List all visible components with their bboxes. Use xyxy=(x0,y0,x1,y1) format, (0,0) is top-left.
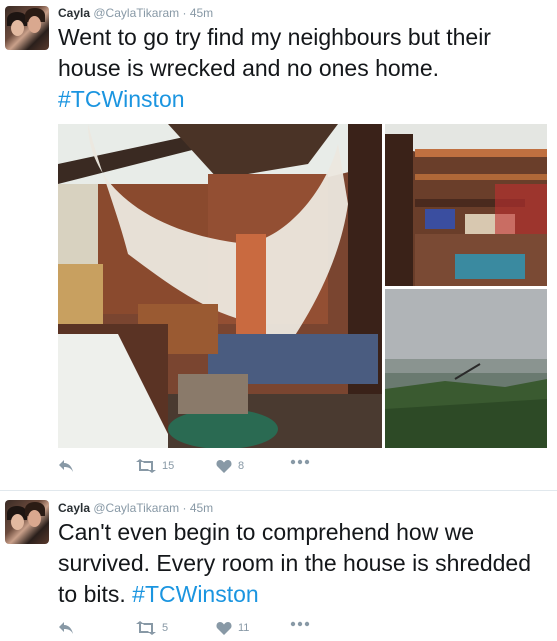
timestamp[interactable]: 45m xyxy=(190,501,213,515)
tweet-text: Can't even begin to comprehend how we su… xyxy=(58,519,532,607)
reply-icon xyxy=(59,460,73,472)
retweet-button[interactable]: 5 xyxy=(136,621,168,635)
tweet-actions: 5 11 xyxy=(58,621,358,641)
avatar[interactable] xyxy=(5,500,49,544)
photo-stormy-landscape[interactable] xyxy=(385,289,547,448)
tweet-actions: 15 8 xyxy=(58,459,358,479)
hashtag-link[interactable]: #TCWinston xyxy=(58,86,185,112)
display-name[interactable]: Cayla xyxy=(58,501,90,515)
heart-icon xyxy=(216,622,232,635)
retweet-icon xyxy=(136,459,156,473)
photo-collapsed-shelves[interactable] xyxy=(385,124,547,286)
more-icon xyxy=(290,621,310,627)
tweet-header: Cayla @CaylaTikaram · 45m xyxy=(58,6,214,20)
like-count: 8 xyxy=(238,460,245,472)
like-button[interactable]: 8 xyxy=(216,459,244,473)
photo-interior-destroyed-room[interactable] xyxy=(58,124,382,448)
avatar[interactable] xyxy=(5,6,49,50)
retweet-count: 15 xyxy=(162,460,175,472)
reply-icon xyxy=(59,622,73,634)
timestamp[interactable]: 45m xyxy=(190,6,213,20)
tweet-text: Went to go try find my neighbours but th… xyxy=(58,24,491,112)
handle[interactable]: @CaylaTikaram xyxy=(93,6,179,20)
reply-button[interactable] xyxy=(58,621,74,635)
like-count: 11 xyxy=(238,622,250,634)
reply-button[interactable] xyxy=(58,459,74,473)
more-button[interactable] xyxy=(290,621,310,627)
destroyed-room-image xyxy=(58,124,382,448)
collapsed-shelves-image xyxy=(385,124,547,286)
retweet-icon xyxy=(136,621,156,635)
tweet-header: Cayla @CaylaTikaram · 45m xyxy=(58,501,214,515)
stormy-landscape-image xyxy=(385,289,547,448)
hashtag-link[interactable]: #TCWinston xyxy=(132,581,259,607)
more-button[interactable] xyxy=(290,459,310,465)
like-button[interactable]: 11 xyxy=(216,621,249,635)
retweet-button[interactable]: 15 xyxy=(136,459,174,473)
display-name[interactable]: Cayla xyxy=(58,6,90,20)
tweet-1: Cayla @CaylaTikaram · 45m Went to go try… xyxy=(0,0,557,490)
handle[interactable]: @CaylaTikaram xyxy=(93,501,179,515)
tweet-2: Cayla @CaylaTikaram · 45m Can't even beg… xyxy=(0,491,557,640)
more-icon xyxy=(290,459,310,465)
retweet-count: 5 xyxy=(162,622,169,634)
heart-icon xyxy=(216,460,232,473)
